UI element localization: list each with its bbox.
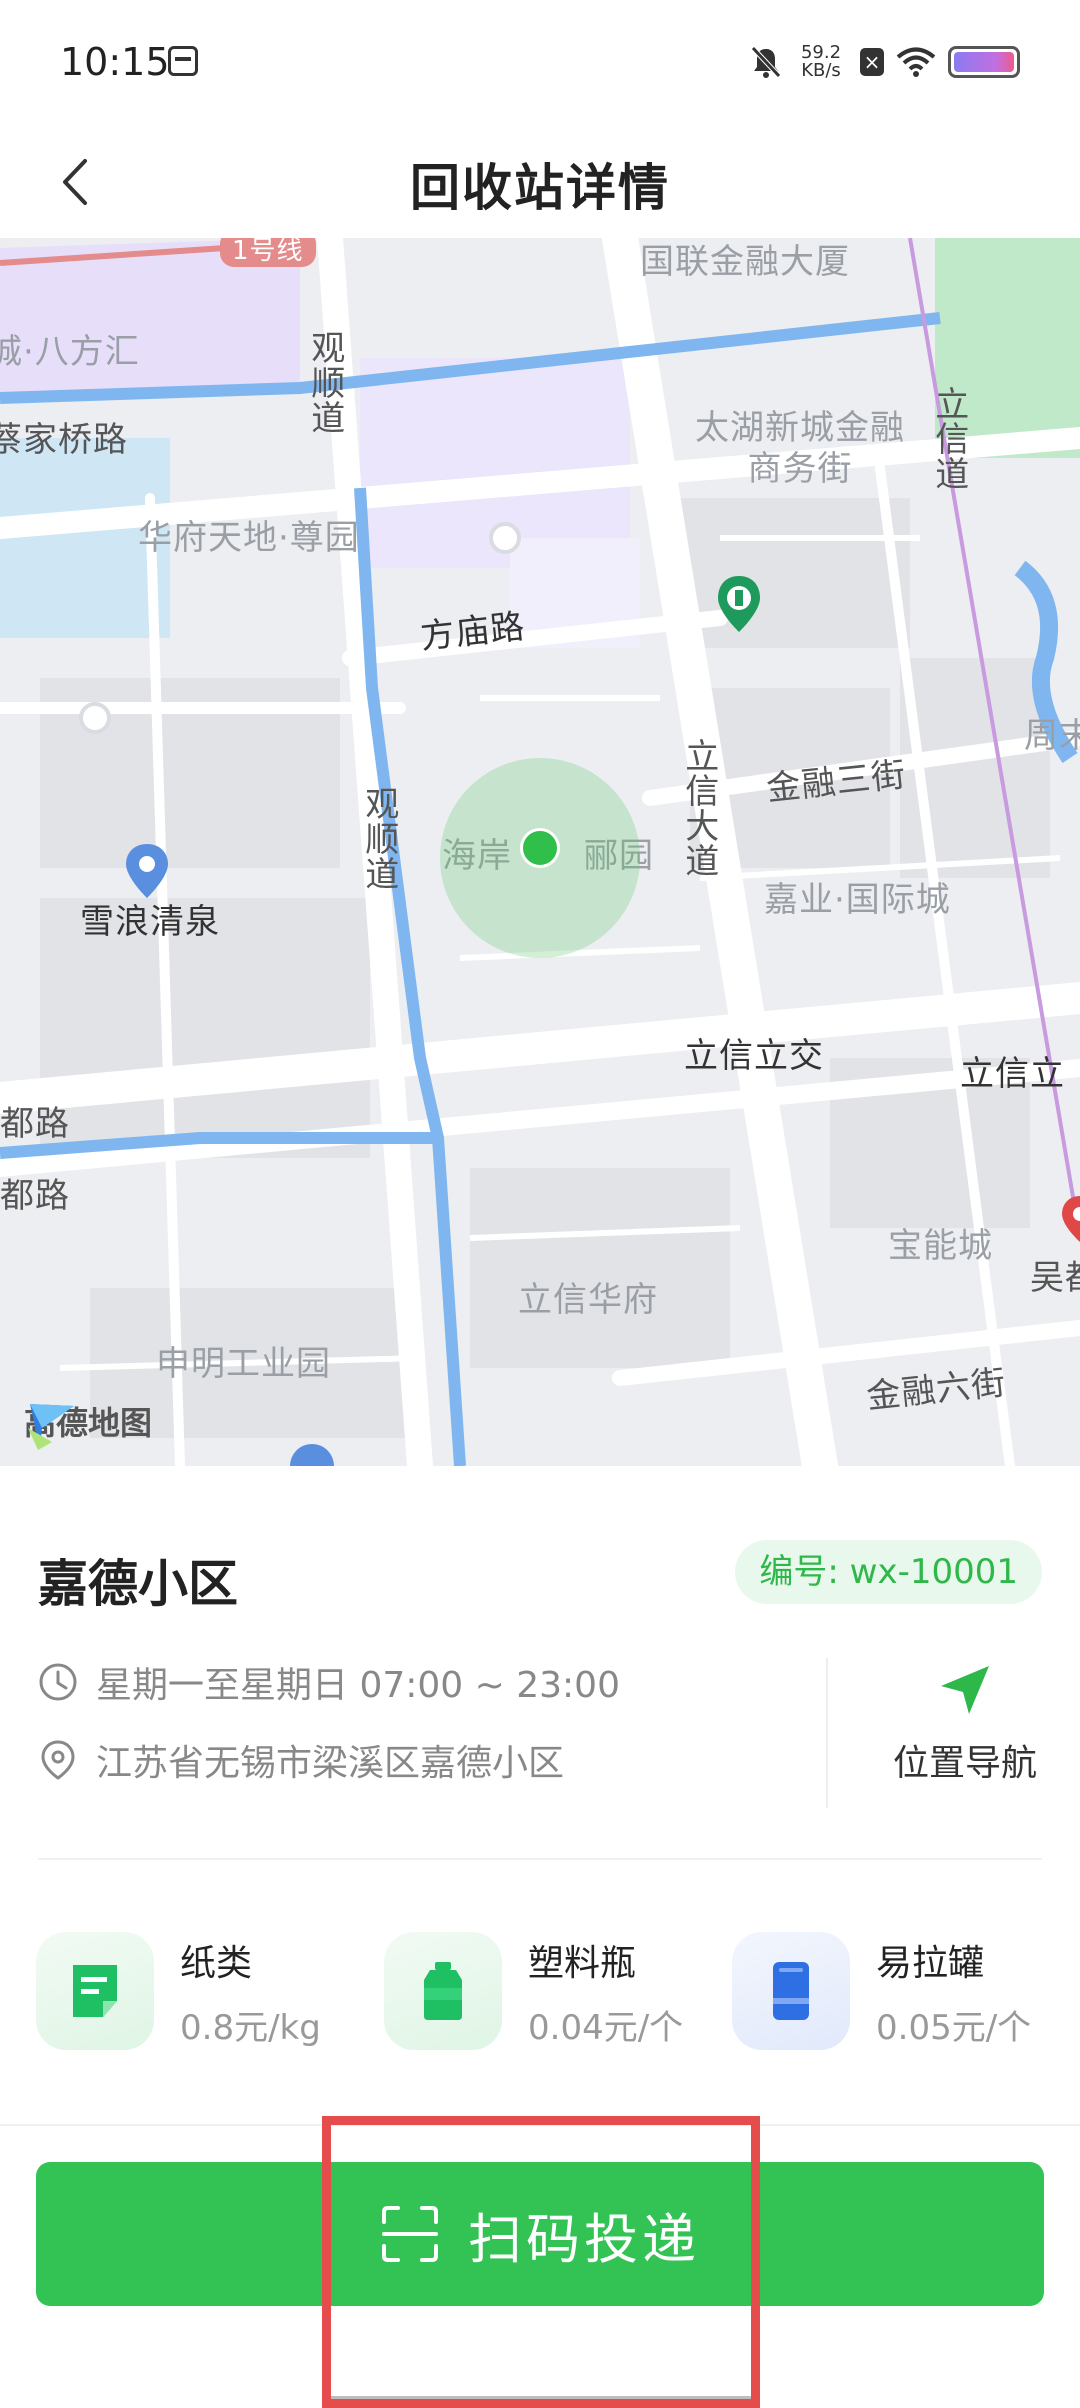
map-label-guanshun-top: 观顺道: [304, 330, 345, 435]
navigate-button[interactable]: 位置导航: [870, 1662, 1060, 1786]
map-label-bafanghui: 城·八方汇: [0, 332, 140, 372]
map-label-baoneng: 宝能城: [888, 1226, 993, 1266]
notification-app-icon: [168, 46, 198, 76]
opening-hours-text: 星期一至星期日 07:00 ~ 23:00: [96, 1665, 620, 1706]
map-label-lixin-interchange: 立信立交: [684, 1036, 824, 1076]
nav-divider: [826, 1658, 828, 1808]
poi-pin-partial-icon: [290, 1444, 334, 1466]
scan-deliver-label: 扫码投递: [468, 2207, 700, 2271]
location-icon: [41, 1740, 75, 1780]
plastic-bottle-icon: [424, 1962, 462, 2020]
waste-type-price: 0.05元/个: [876, 2007, 1032, 2048]
station-address-text: 江苏省无锡市梁溪区嘉德小区: [96, 1743, 565, 1784]
map-label-lixin-right: 立信立: [960, 1054, 1065, 1094]
map-label-guolian: 国联金融大厦: [640, 242, 850, 282]
map-label-zhou: 周末: [1024, 716, 1080, 756]
waste-type-name: 纸类: [180, 1942, 253, 1984]
status-time: 10:15: [60, 40, 170, 84]
station-address: 江苏省无锡市梁溪区嘉德小区: [38, 1734, 564, 1786]
map-label-caijiaqiao: 蔡家桥路: [0, 420, 128, 460]
wifi-icon: [896, 46, 936, 78]
opening-hours: 星期一至星期日 07:00 ~ 23:00: [38, 1656, 620, 1708]
waste-type-name: 易拉罐: [876, 1942, 985, 1984]
plastic-bottle-icon-box: [384, 1932, 502, 2050]
map-label-shenming: 申明工业园: [156, 1344, 331, 1384]
amap-logo-icon: [28, 1404, 74, 1450]
home-indicator[interactable]: [326, 2396, 754, 2406]
map-label-wuxi: 吴都: [1030, 1258, 1080, 1298]
map-label-lixin-road: 立信道: [928, 386, 969, 491]
bank-pin-icon: [718, 576, 760, 632]
navigate-label: 位置导航: [892, 1743, 1037, 1784]
network-speed-unit: KB/s: [801, 60, 841, 81]
header: 回收站详情: [0, 126, 1080, 238]
map-label-metro-line: 1号线: [220, 238, 316, 267]
paper-icon-box: [36, 1932, 154, 2050]
scan-icon: [382, 2206, 438, 2262]
waste-type-price: 0.04元/个: [528, 2007, 684, 2048]
map-view[interactable]: 1号线 国联金融大厦 城·八方汇 观顺道 蔡家桥路 太湖新城金融商务街 立信道 …: [0, 238, 1080, 1466]
map-label-du-1: 都路: [0, 1104, 70, 1144]
map-label-jiaye: 嘉业·国际城: [764, 880, 951, 920]
bottom-divider: [0, 2124, 1080, 2126]
can-icon: [773, 1962, 809, 2020]
waste-type-plastic-bottle: 塑料瓶 0.04元/个: [384, 1932, 683, 2050]
status-indicators: 59.2 KB/s ×: [750, 40, 1020, 84]
mute-bell-icon: [750, 45, 782, 79]
map-label-taihu: 太湖新城金融商务街: [695, 408, 905, 489]
map-label-huafu: 华府天地·尊园: [138, 518, 360, 558]
map-label-lixin-avenue: 立信大道: [678, 738, 719, 878]
waste-type-name: 塑料瓶: [528, 1942, 637, 1984]
map-label-xuelang: 雪浪清泉: [80, 902, 220, 942]
paper-icon: [73, 1965, 117, 2017]
clock-icon: [39, 1663, 77, 1701]
x-box-icon: ×: [860, 48, 884, 76]
status-bar: 10:15 59.2 KB/s ×: [0, 0, 1080, 126]
station-id-badge: 编号: wx-10001: [735, 1540, 1042, 1604]
waste-type-can: 易拉罐 0.05元/个: [732, 1932, 1031, 2050]
battery-icon: [948, 46, 1020, 78]
poi-pin-icon: [1062, 1196, 1080, 1242]
station-marker[interactable]: [520, 828, 560, 868]
location-pin-icon: [126, 844, 168, 898]
can-icon-box: [732, 1932, 850, 2050]
scan-deliver-button[interactable]: 扫码投递: [36, 2162, 1044, 2306]
card-divider: [38, 1858, 1042, 1860]
station-card: 嘉德小区 编号: wx-10001 星期一至星期日 07:00 ~ 23:00 …: [0, 1466, 1080, 2408]
page-title: 回收站详情: [410, 159, 670, 217]
map-label-du-2: 都路: [0, 1176, 70, 1216]
waste-type-paper: 纸类 0.8元/kg: [36, 1932, 321, 2050]
map-label-lixin-huafu: 立信华府: [518, 1280, 658, 1320]
map-label-guanshun-mid: 观顺道: [358, 786, 399, 891]
waste-type-price: 0.8元/kg: [180, 2007, 321, 2048]
amap-logo: 高德地图: [24, 1398, 152, 1450]
navigation-arrow-icon: [941, 1666, 989, 1714]
station-name: 嘉德小区: [38, 1555, 238, 1613]
battery-level: [954, 52, 1014, 72]
network-speed: 59.2 KB/s: [794, 44, 848, 80]
